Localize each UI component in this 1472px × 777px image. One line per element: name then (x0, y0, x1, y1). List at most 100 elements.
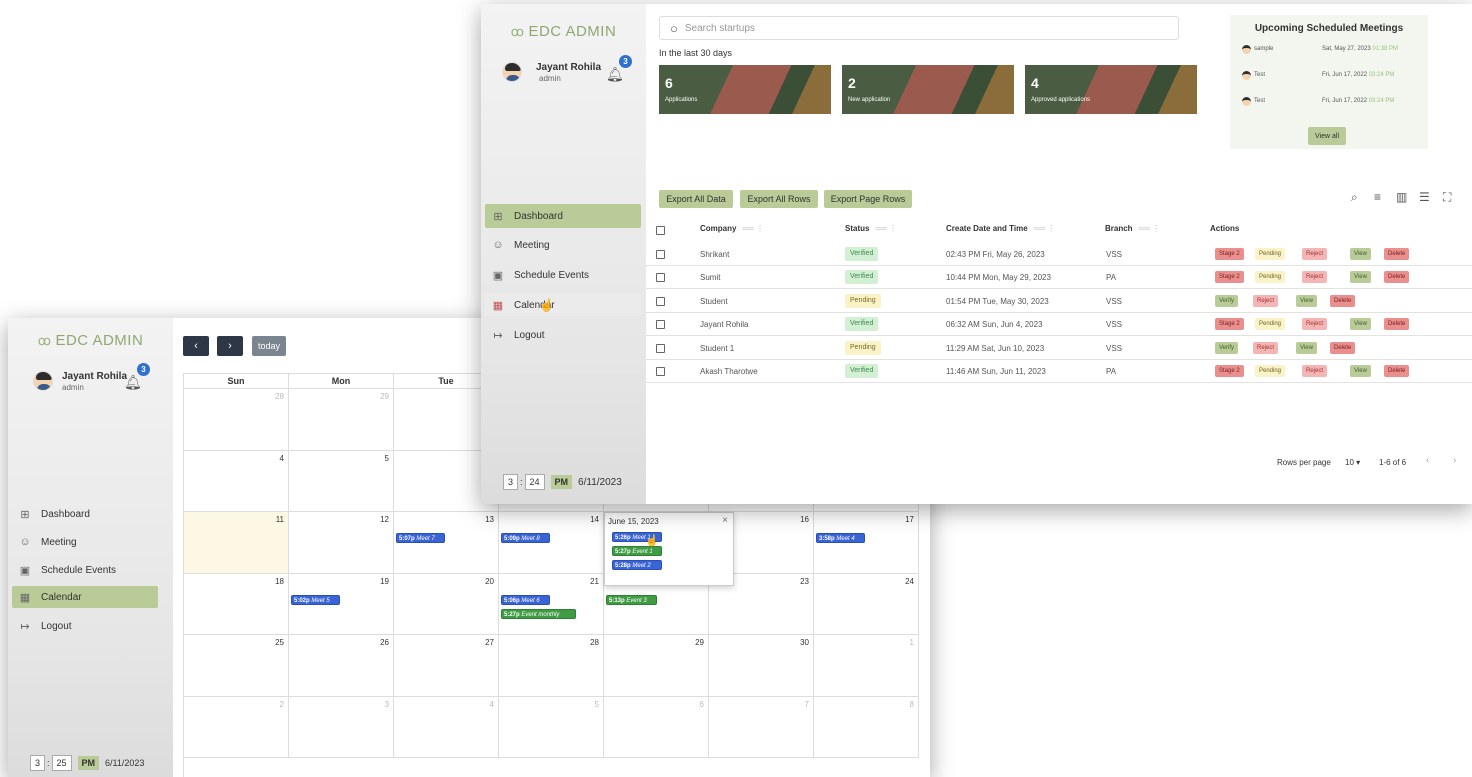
row-checkbox[interactable] (656, 273, 665, 283)
fullscreen-icon[interactable]: ⛶ (1443, 190, 1451, 205)
export-all-data-button[interactable]: Export All Data (659, 190, 733, 208)
nav-dashboard[interactable]: ⊞ Dashboard (12, 503, 162, 525)
density-icon[interactable]: ☰ (1419, 190, 1430, 204)
view-button[interactable]: View (1350, 248, 1371, 260)
pending-button[interactable]: Pending (1255, 248, 1286, 260)
stat-card-applications[interactable]: 6 Applications (659, 65, 831, 114)
calendar-event[interactable]: 5:07p Meet 7 (396, 533, 445, 543)
day-cell[interactable]: 4 (184, 450, 289, 512)
column-menu-icon[interactable]: ══ ⋮ (742, 224, 764, 233)
prev-month-button[interactable]: ‹ (183, 336, 209, 356)
column-menu-icon[interactable]: ══ ⋮ (875, 224, 897, 233)
pending-button[interactable]: Pending (1255, 318, 1286, 331)
day-cell[interactable]: 20 (394, 573, 499, 635)
day-cell[interactable]: 5 (499, 696, 604, 758)
view-button[interactable]: View (1350, 365, 1371, 377)
day-cell[interactable]: 29 (289, 389, 394, 451)
day-cell[interactable]: 29 (604, 635, 709, 697)
day-cell[interactable]: 5 (289, 450, 394, 512)
reject-button[interactable]: Reject (1253, 294, 1279, 307)
nav-schedule-events[interactable]: ▣ Schedule Events (485, 264, 641, 286)
day-cell[interactable]: 30 (709, 635, 814, 697)
reject-button[interactable]: Reject (1302, 248, 1328, 260)
table-row[interactable]: Sumit Verified 10:44 PM Mon, May 29, 2023 P… (646, 266, 1472, 290)
day-cell[interactable]: 27 (394, 635, 499, 697)
pending-button[interactable]: Pending (1255, 271, 1286, 284)
day-cell[interactable]: 11 (184, 512, 289, 574)
column-header-created[interactable]: Create Date and Time ══ ⋮ (946, 224, 1055, 233)
table-row[interactable]: Akash Tharotwe Verified 11:46 AM Sun, Jun … (646, 360, 1472, 383)
row-checkbox[interactable] (656, 250, 665, 259)
filter-icon[interactable]: ≡ (1374, 190, 1381, 204)
nav-meeting[interactable]: ☺ Meeting (12, 531, 162, 553)
prev-page-button[interactable]: ‹ (1426, 455, 1429, 466)
day-cell[interactable]: 6 (604, 696, 709, 758)
nav-meeting[interactable]: ☺ Meeting (485, 234, 641, 256)
day-cell[interactable]: 7 (709, 696, 814, 758)
calendar-event[interactable]: 5:13p Event 3 (606, 594, 657, 605)
stat-card-new-applications[interactable]: 2 New application (842, 65, 1014, 114)
day-cell[interactable]: 8 (814, 696, 919, 758)
row-checkbox[interactable] (656, 296, 665, 306)
table-row[interactable]: Jayant Rohila Verified 06:32 AM Sun, Jun 4… (646, 313, 1472, 337)
meeting-item[interactable]: sample Sat, May 27, 2023 01:38 PM (1242, 45, 1422, 59)
next-page-button[interactable]: › (1453, 455, 1456, 466)
verify-button[interactable]: Verify (1215, 294, 1239, 307)
view-all-button[interactable]: View all (1308, 127, 1346, 145)
search-box[interactable]: ○ Search startups (659, 16, 1179, 40)
user-profile[interactable]: Jayant Rohila admin (33, 371, 127, 392)
calendar-event[interactable]: 5:02p Meet 5 (291, 594, 340, 605)
user-profile[interactable]: Jayant Rohila admin (502, 62, 601, 83)
nav-schedule-events[interactable]: ▣ Schedule Events (12, 559, 162, 581)
day-cell[interactable]: 12 (289, 512, 394, 574)
stage-button[interactable]: Stage 2 (1215, 271, 1244, 284)
next-month-button[interactable]: › (217, 336, 243, 356)
columns-icon[interactable]: ▥ (1396, 190, 1407, 204)
bell-icon[interactable]: 🔔︎ (606, 66, 624, 83)
today-button[interactable]: today (252, 336, 286, 356)
nav-logout[interactable]: ↦ Logout (12, 615, 162, 637)
day-cell[interactable]: 4 (394, 696, 499, 758)
calendar-event[interactable]: 5:06p Meet 6 (501, 594, 550, 605)
calendar-event[interactable]: 3:58p Meet 4 (816, 533, 865, 543)
day-cell[interactable]: 25 (184, 635, 289, 697)
select-all-checkbox[interactable] (656, 226, 665, 235)
column-menu-icon[interactable]: ══ ⋮ (1139, 224, 1161, 233)
nav-calendar[interactable]: ▦ Calendar ☝ (485, 294, 641, 316)
table-row[interactable]: Shrikant Verified 02:43 PM Fri, May 26, 20… (646, 243, 1472, 266)
view-button[interactable]: View (1296, 294, 1317, 307)
reject-button[interactable]: Reject (1302, 271, 1328, 284)
verify-button[interactable]: Verify (1215, 341, 1239, 354)
rows-per-page-select[interactable]: 10 ▾ (1345, 458, 1360, 467)
day-cell[interactable]: 28 (499, 635, 604, 697)
column-header-branch[interactable]: Branch ══ ⋮ (1105, 224, 1160, 233)
bell-icon[interactable]: 🔔︎ (124, 374, 142, 391)
calendar-event[interactable]: 5:28p Meet 2 (612, 560, 662, 570)
delete-button[interactable]: Delete (1330, 341, 1356, 354)
meeting-item[interactable]: Test Fri, Jun 17, 2022 03:24 PM (1242, 97, 1422, 111)
stage-button[interactable]: Stage 2 (1215, 318, 1244, 331)
reject-button[interactable]: Reject (1302, 365, 1328, 377)
delete-button[interactable]: Delete (1384, 271, 1410, 284)
table-row[interactable]: Student 1 Pending 11:29 AM Sat, Jun 10, 20… (646, 337, 1472, 360)
day-cell[interactable]: 26 (289, 635, 394, 697)
reject-button[interactable]: Reject (1253, 341, 1279, 354)
meeting-item[interactable]: Test Fri, Jun 17, 2022 03:24 PM (1242, 71, 1422, 85)
reject-button[interactable]: Reject (1302, 318, 1328, 331)
day-cell[interactable]: 3 (289, 696, 394, 758)
column-header-status[interactable]: Status ══ ⋮ (845, 224, 897, 233)
stage-button[interactable]: Stage 2 (1215, 248, 1244, 260)
day-cell[interactable]: 18 (184, 573, 289, 635)
column-menu-icon[interactable]: ══ ⋮ (1034, 224, 1056, 233)
view-button[interactable]: View (1350, 318, 1371, 331)
delete-button[interactable]: Delete (1384, 248, 1410, 260)
delete-button[interactable]: Delete (1330, 294, 1356, 307)
nav-calendar[interactable]: ▦ Calendar (12, 586, 158, 608)
close-icon[interactable]: × (722, 515, 728, 526)
row-checkbox[interactable] (656, 320, 665, 330)
export-page-rows-button[interactable]: Export Page Rows (824, 190, 912, 208)
stat-card-approved-applications[interactable]: 4 Approved applications (1025, 65, 1197, 114)
column-header-company[interactable]: Company ══ ⋮ (700, 224, 764, 233)
day-cell[interactable]: 1 (814, 635, 919, 697)
calendar-event[interactable]: 5:27p Event monthly (501, 608, 576, 619)
